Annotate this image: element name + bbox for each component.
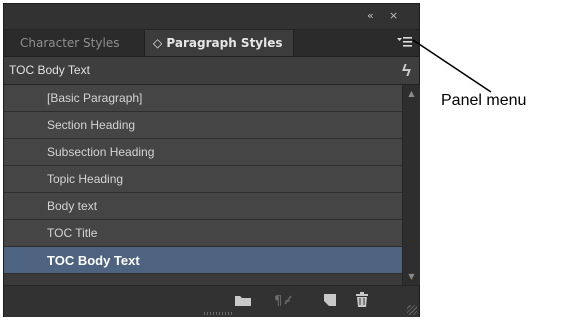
callout-leader-line	[412, 39, 492, 93]
panel-menu-callout-label: Panel menu	[441, 92, 527, 109]
